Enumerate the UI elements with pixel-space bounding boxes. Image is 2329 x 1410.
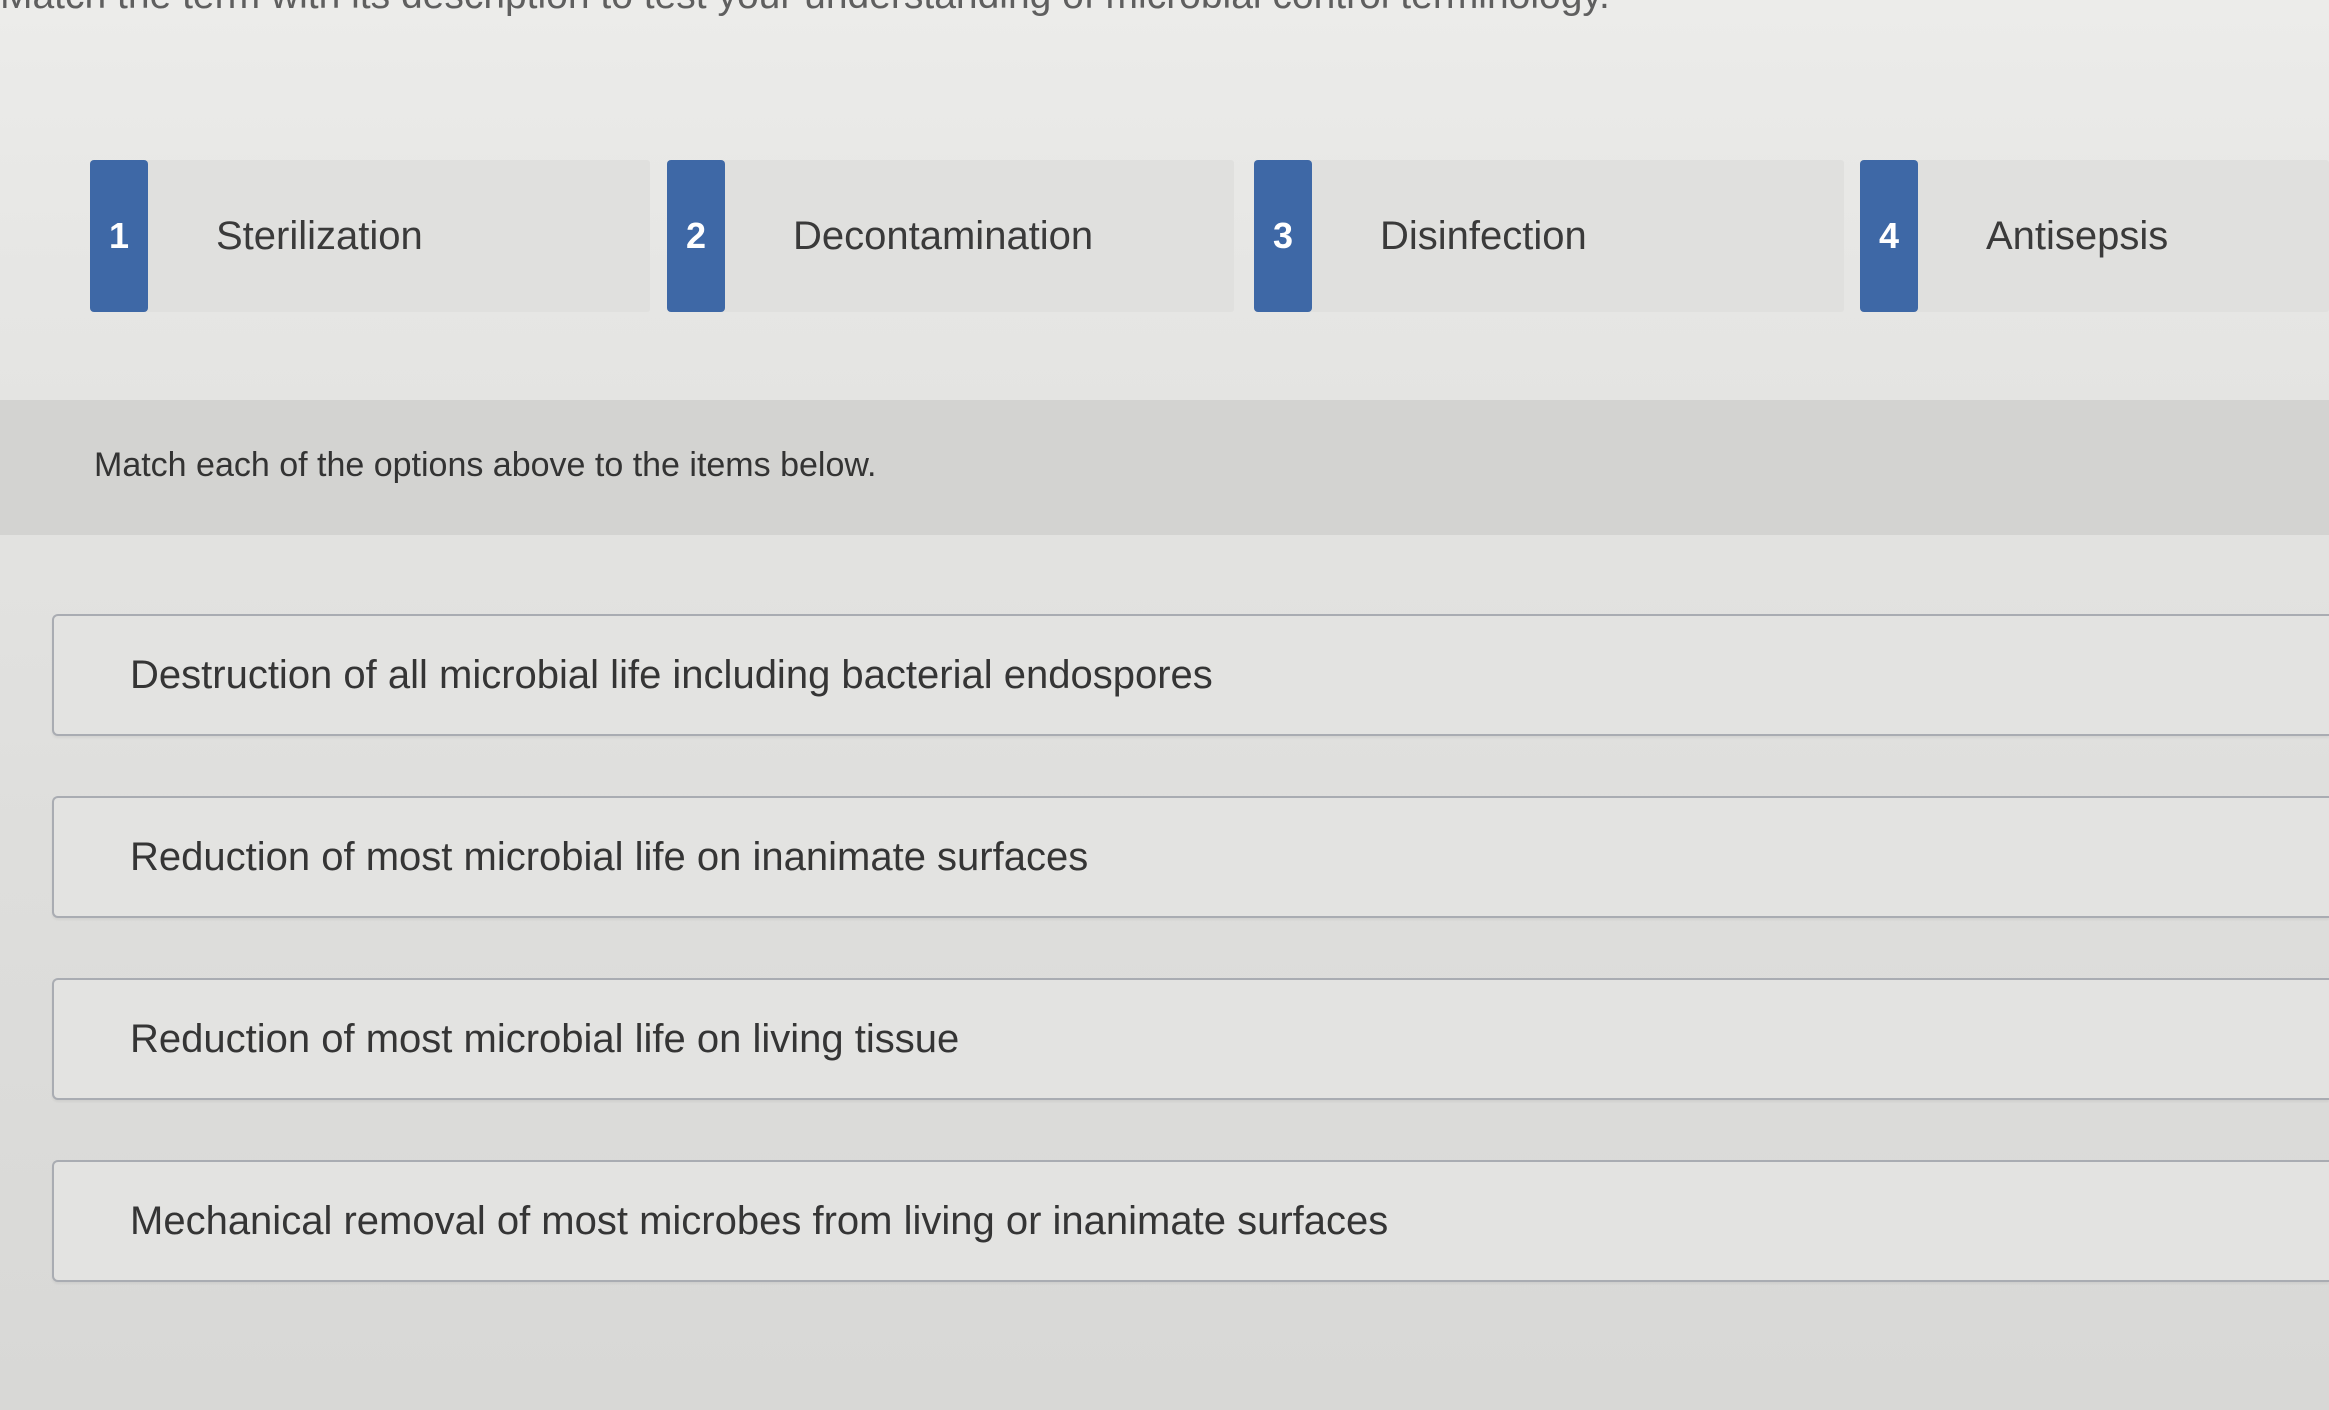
option-label: Disinfection [1380,213,1587,258]
drop-target-item[interactable]: Mechanical removal of most microbes from… [52,1160,2329,1282]
drop-target-item[interactable]: Reduction of most microbial life on inan… [52,796,2329,918]
option-number-badge: 4 [1860,160,1918,312]
drop-target-description: Reduction of most microbial life on livi… [130,1016,960,1061]
drop-target-description: Mechanical removal of most microbes from… [130,1198,1389,1243]
option-label: Sterilization [216,213,423,258]
option-number-badge: 2 [667,160,725,312]
option-sterilization[interactable]: 1 Sterilization [90,160,650,312]
drop-target-item[interactable]: Reduction of most microbial life on livi… [52,978,2329,1100]
drop-target-item[interactable]: Destruction of all microbial life includ… [52,614,2329,736]
match-prompt: Match each of the options above to the i… [94,446,877,484]
matching-question-page: Match the term with its description to t… [0,0,2329,1410]
question-instruction: Match the term with its description to t… [0,0,1610,18]
options-row: 1 Sterilization 2 Decontamination 3 Disi… [0,160,2329,322]
drop-targets-list: Destruction of all microbial life includ… [52,614,2329,1342]
option-number-badge: 1 [90,160,148,312]
option-antisepsis[interactable]: 4 Antisepsis [1860,160,2329,312]
option-number-badge: 3 [1254,160,1312,312]
option-label: Antisepsis [1986,213,2169,258]
option-disinfection[interactable]: 3 Disinfection [1254,160,1844,312]
drop-target-description: Reduction of most microbial life on inan… [130,834,1089,879]
drop-target-description: Destruction of all microbial life includ… [130,652,1213,697]
option-label: Decontamination [793,213,1094,258]
option-decontamination[interactable]: 2 Decontamination [667,160,1234,312]
